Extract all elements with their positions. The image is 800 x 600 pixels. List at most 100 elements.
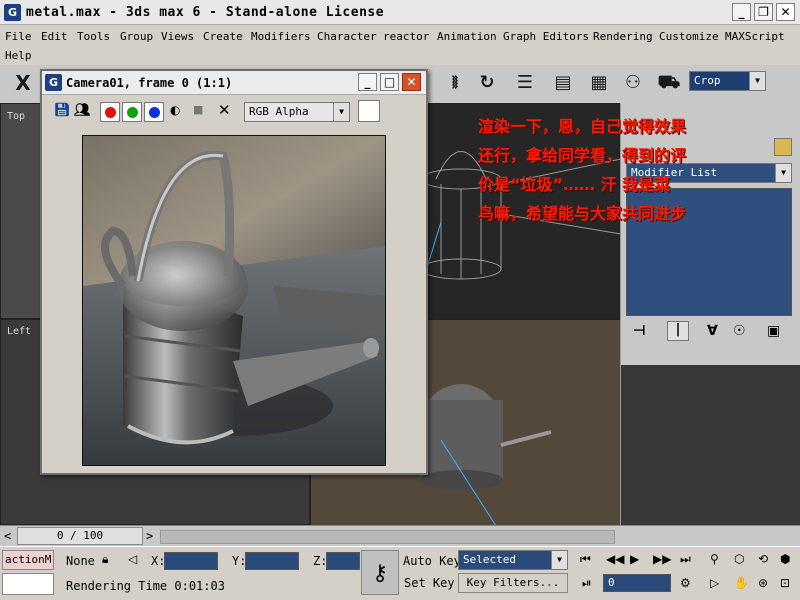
menu-create[interactable]: Create xyxy=(203,30,243,43)
channel-display-select[interactable]: RGB Alpha ▼ xyxy=(244,102,350,122)
clone-window-icon[interactable]: 👥︎ xyxy=(74,103,91,118)
chevron-down-icon: ▼ xyxy=(333,103,349,121)
track-bar[interactable] xyxy=(160,530,615,544)
render-window-titlebar[interactable]: G Camera01, frame 0 (1:1) _ □ ✕ xyxy=(42,71,426,95)
go-to-start-icon[interactable]: ⏮ xyxy=(580,552,591,567)
blue-channel-toggle[interactable] xyxy=(144,102,164,122)
render-restore-button[interactable]: □ xyxy=(380,73,399,91)
render-close-button[interactable]: ✕ xyxy=(402,73,421,91)
prev-frame-arrow[interactable]: < xyxy=(4,529,11,543)
x-coord-field[interactable] xyxy=(164,552,218,570)
render-minimize-button[interactable]: _ xyxy=(358,73,377,91)
z-coord-field[interactable] xyxy=(326,552,360,570)
field-of-view-icon[interactable]: ▷ xyxy=(710,576,719,590)
selection-status: None xyxy=(66,554,95,568)
pixel-color-swatch[interactable] xyxy=(358,100,380,122)
viewport-top-label: Top xyxy=(7,111,26,122)
render-scene-icon[interactable]: ⛟ xyxy=(656,70,682,96)
rollout-area xyxy=(621,365,800,525)
zoom-icon[interactable]: ⚲ xyxy=(710,552,719,566)
menu-modifiers[interactable]: Modifiers xyxy=(251,30,311,43)
zoom-extents-icon[interactable]: ⬢ xyxy=(780,552,790,566)
time-slider-bar: < 0 / 100 > xyxy=(0,525,800,546)
lock-icon[interactable]: 🔒︎ xyxy=(102,552,108,567)
red-channel-toggle[interactable] xyxy=(100,102,120,122)
material-editor-icon[interactable]: ⚇ xyxy=(620,70,646,96)
pin-stack-icon[interactable]: ⊣ xyxy=(633,323,646,339)
blue-channel-icon xyxy=(149,107,160,118)
menu-reactor[interactable]: reactor xyxy=(383,30,429,43)
menu-tools[interactable]: Tools xyxy=(77,30,110,43)
make-unique-icon[interactable]: ∀ xyxy=(707,323,718,339)
close-button[interactable]: ✕ xyxy=(776,3,795,21)
channel-display-value: RGB Alpha xyxy=(249,105,309,118)
render-type-value: Crop xyxy=(694,74,721,87)
configure-sets-icon[interactable]: ▣ xyxy=(767,323,780,339)
y-coord-field[interactable] xyxy=(245,552,299,570)
color-swatch[interactable] xyxy=(774,138,792,156)
play-icon[interactable]: ▶ xyxy=(630,552,639,566)
window-title: metal.max - 3ds max 6 - Stand-alone Lice… xyxy=(26,5,385,20)
chevron-down-icon: ▼ xyxy=(775,164,791,182)
watering-can-render xyxy=(83,136,385,465)
menu-file[interactable]: File xyxy=(5,30,32,43)
remove-modifier-icon[interactable]: ☉ xyxy=(733,323,746,339)
previous-frame-icon[interactable]: ◀◀ xyxy=(606,552,624,566)
layers-icon[interactable]: ☰ xyxy=(512,70,538,96)
monochrome-icon[interactable]: ■ xyxy=(193,103,203,116)
pan-hand-icon[interactable]: ✋ xyxy=(734,576,749,590)
maxscript-listener[interactable]: actionM xyxy=(2,550,54,570)
key-mode-icon[interactable]: ⏯ xyxy=(582,576,592,591)
green-channel-toggle[interactable] xyxy=(122,102,142,122)
current-frame-field[interactable]: 0 xyxy=(603,574,671,592)
menu-rendering[interactable]: Rendering xyxy=(593,30,653,43)
key-set-value: Selected xyxy=(463,553,516,566)
key-set-select[interactable]: Selected ▼ xyxy=(458,550,568,570)
maximize-viewport-icon[interactable]: ⊡ xyxy=(780,576,790,590)
time-config-icon[interactable]: ⚙ xyxy=(680,576,691,590)
orbit-icon[interactable]: ⟲ xyxy=(758,552,768,566)
rendered-image xyxy=(82,135,386,466)
menu-edit[interactable]: Edit xyxy=(41,30,68,43)
red-channel-icon xyxy=(105,107,116,118)
next-frame-icon[interactable]: ▶▶ xyxy=(653,552,671,566)
menu-character[interactable]: Character xyxy=(317,30,377,43)
set-key-icon[interactable]: ⚷ xyxy=(361,550,399,595)
schematic-view-icon[interactable]: ▦ xyxy=(586,70,612,96)
next-frame-arrow[interactable]: > xyxy=(146,529,153,543)
menu-maxscript[interactable]: MAXScript xyxy=(725,30,785,43)
zoom-all-icon[interactable]: ⬡ xyxy=(734,552,744,566)
render-type-select[interactable]: Crop ▼ xyxy=(689,71,766,91)
maxscript-input[interactable] xyxy=(2,573,54,595)
rotate-icon[interactable]: ↻ xyxy=(474,70,500,96)
alpha-channel-icon[interactable]: ◐ xyxy=(170,103,180,117)
rendering-time-text: Rendering Time 0:01:03 xyxy=(66,579,225,593)
absolute-mode-icon[interactable]: ◁ xyxy=(128,552,137,566)
menu-customize[interactable]: Customize xyxy=(659,30,719,43)
set-key-button[interactable]: Set Key xyxy=(404,576,455,590)
menu-group[interactable]: Group xyxy=(120,30,153,43)
menu-animation[interactable]: Animation xyxy=(437,30,497,43)
go-to-end-icon[interactable]: ⏭ xyxy=(680,552,691,567)
auto-key-button[interactable]: Auto Key xyxy=(403,554,461,568)
minimize-button[interactable]: _ xyxy=(732,3,751,21)
save-bitmap-icon[interactable]: 💾︎ xyxy=(54,103,71,118)
key-filters-button[interactable]: Key Filters... xyxy=(458,573,568,593)
annotation-line-1: 渲染一下，恩，自己觉得效果 xyxy=(478,117,687,136)
arc-rotate-icon[interactable]: ⊛ xyxy=(758,576,768,590)
chevron-down-icon: ▼ xyxy=(551,551,567,569)
clear-icon[interactable]: ✕ xyxy=(218,101,231,119)
menu-views[interactable]: Views xyxy=(161,30,194,43)
x-label[interactable]: X xyxy=(10,70,36,96)
curve-editor-icon[interactable]: ▤ xyxy=(550,70,576,96)
title-bar: G metal.max - 3ds max 6 - Stand-alone Li… xyxy=(0,0,800,25)
mirror-icon[interactable]: ⧚ xyxy=(442,70,468,96)
time-slider[interactable]: 0 / 100 xyxy=(17,527,143,545)
menu-graph-editors[interactable]: Graph Editors xyxy=(503,30,589,43)
restore-button[interactable]: ❐ xyxy=(754,3,773,21)
app-logo-icon: G xyxy=(45,74,62,91)
annotation-line-2: 还行，拿给同学看，得到的评 xyxy=(478,146,687,165)
show-end-result-icon[interactable]: | xyxy=(667,321,689,341)
menu-help[interactable]: Help xyxy=(5,49,32,62)
render-window-toolbar: 💾︎ 👥︎ ◐ ■ ✕ RGB Alpha ▼ xyxy=(42,95,426,129)
